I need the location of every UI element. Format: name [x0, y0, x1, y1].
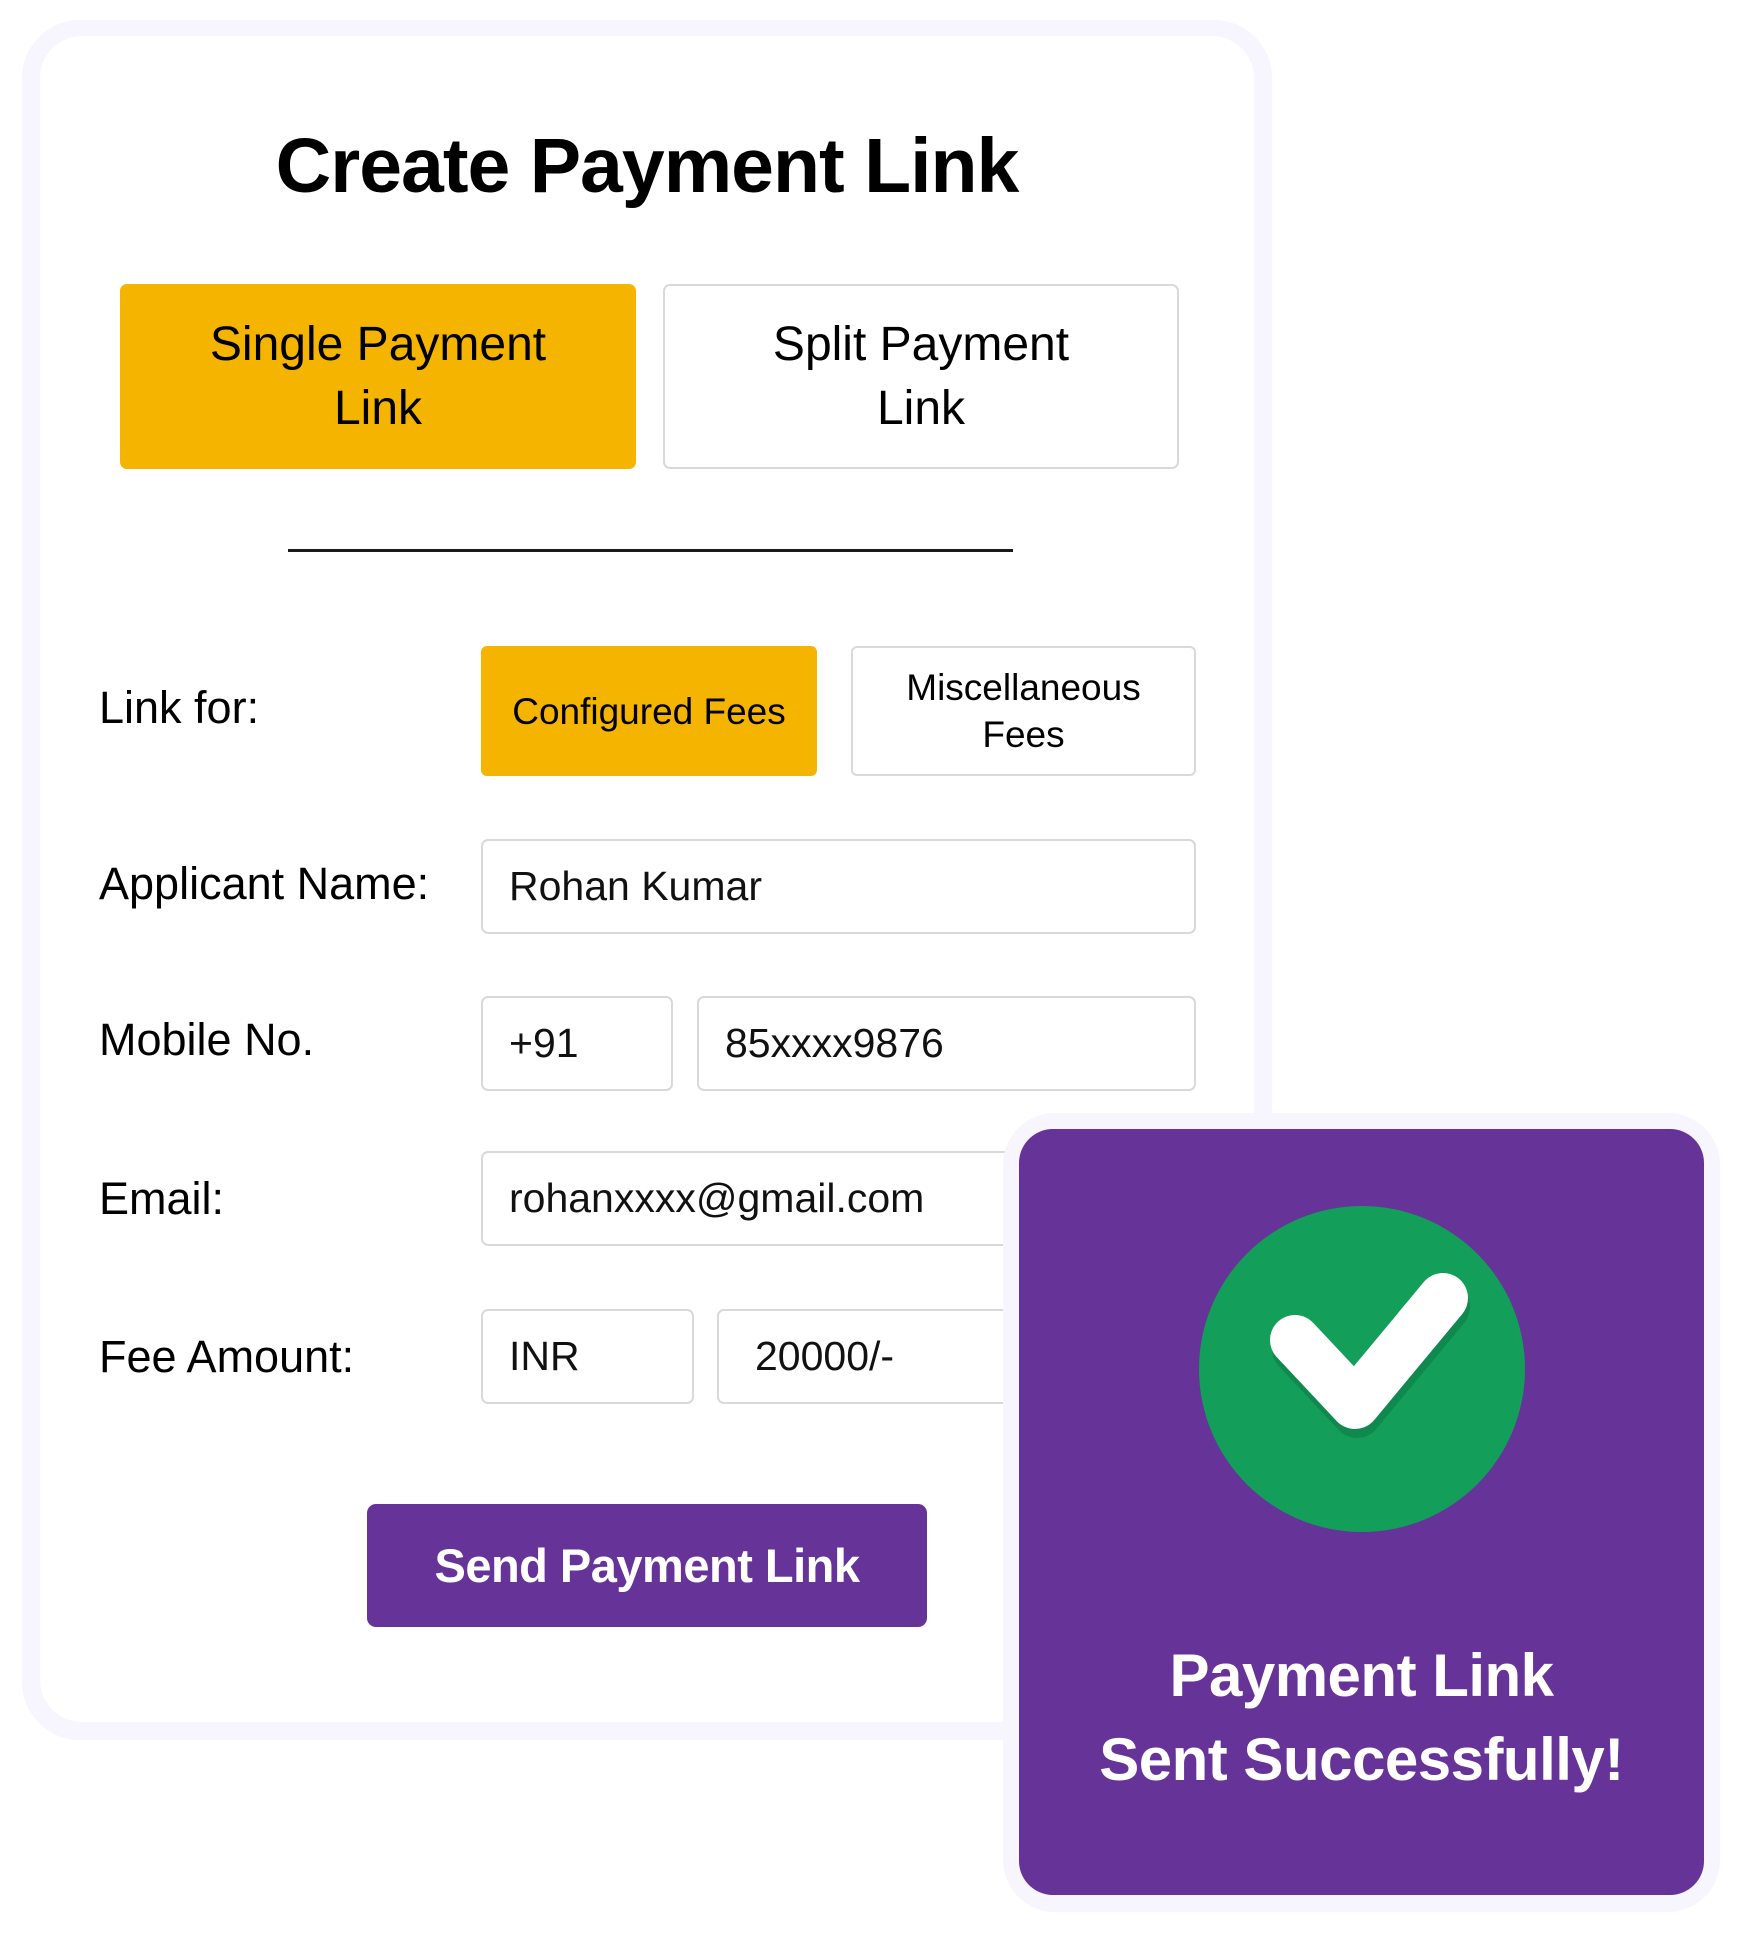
link-for-label: Link for:: [99, 682, 260, 733]
email-label: Email:: [99, 1173, 225, 1224]
applicant-name-value: Rohan Kumar: [509, 863, 762, 909]
fee-amount-value: 20000/-: [755, 1333, 895, 1379]
send-payment-link-button[interactable]: Send Payment Link: [367, 1504, 927, 1627]
configured-fees-label: Configured Fees: [512, 690, 786, 732]
section-divider: [288, 549, 1013, 552]
currency-value: INR: [509, 1333, 580, 1379]
single-payment-link-label: Single Payment Link: [209, 317, 547, 435]
checkmark-icon: [1270, 1273, 1470, 1438]
split-payment-link-label: Split Payment Link: [772, 317, 1070, 435]
applicant-name-input[interactable]: Rohan Kumar: [481, 839, 1196, 934]
country-code-value: +91: [509, 1020, 579, 1066]
check-circle-icon: [1199, 1206, 1525, 1532]
configured-fees-option[interactable]: Configured Fees: [481, 646, 817, 776]
success-toast: Payment Link Sent Successfully!: [1019, 1129, 1704, 1895]
mobile-number-input[interactable]: 85xxxx9876: [697, 996, 1196, 1091]
mobile-number-label: Mobile No.: [99, 1014, 315, 1065]
split-payment-link-tab[interactable]: Split Payment Link: [663, 284, 1179, 469]
miscellaneous-fees-option[interactable]: Miscellaneous Fees: [851, 646, 1196, 776]
country-code-input[interactable]: +91: [481, 996, 673, 1091]
single-payment-link-tab[interactable]: Single Payment Link: [120, 284, 636, 469]
miscellaneous-fees-label: Miscellaneous Fees: [906, 667, 1141, 755]
success-message: Payment Link Sent Successfully!: [1099, 1642, 1624, 1793]
applicant-name-label: Applicant Name:: [99, 858, 430, 909]
mobile-number-value: 85xxxx9876: [725, 1020, 944, 1066]
page-title: Create Payment Link: [275, 123, 1020, 209]
currency-input[interactable]: INR: [481, 1309, 694, 1404]
fee-amount-label: Fee Amount:: [99, 1331, 355, 1382]
email-value: rohanxxxx@gmail.com: [509, 1175, 925, 1221]
send-payment-link-label: Send Payment Link: [434, 1539, 860, 1592]
